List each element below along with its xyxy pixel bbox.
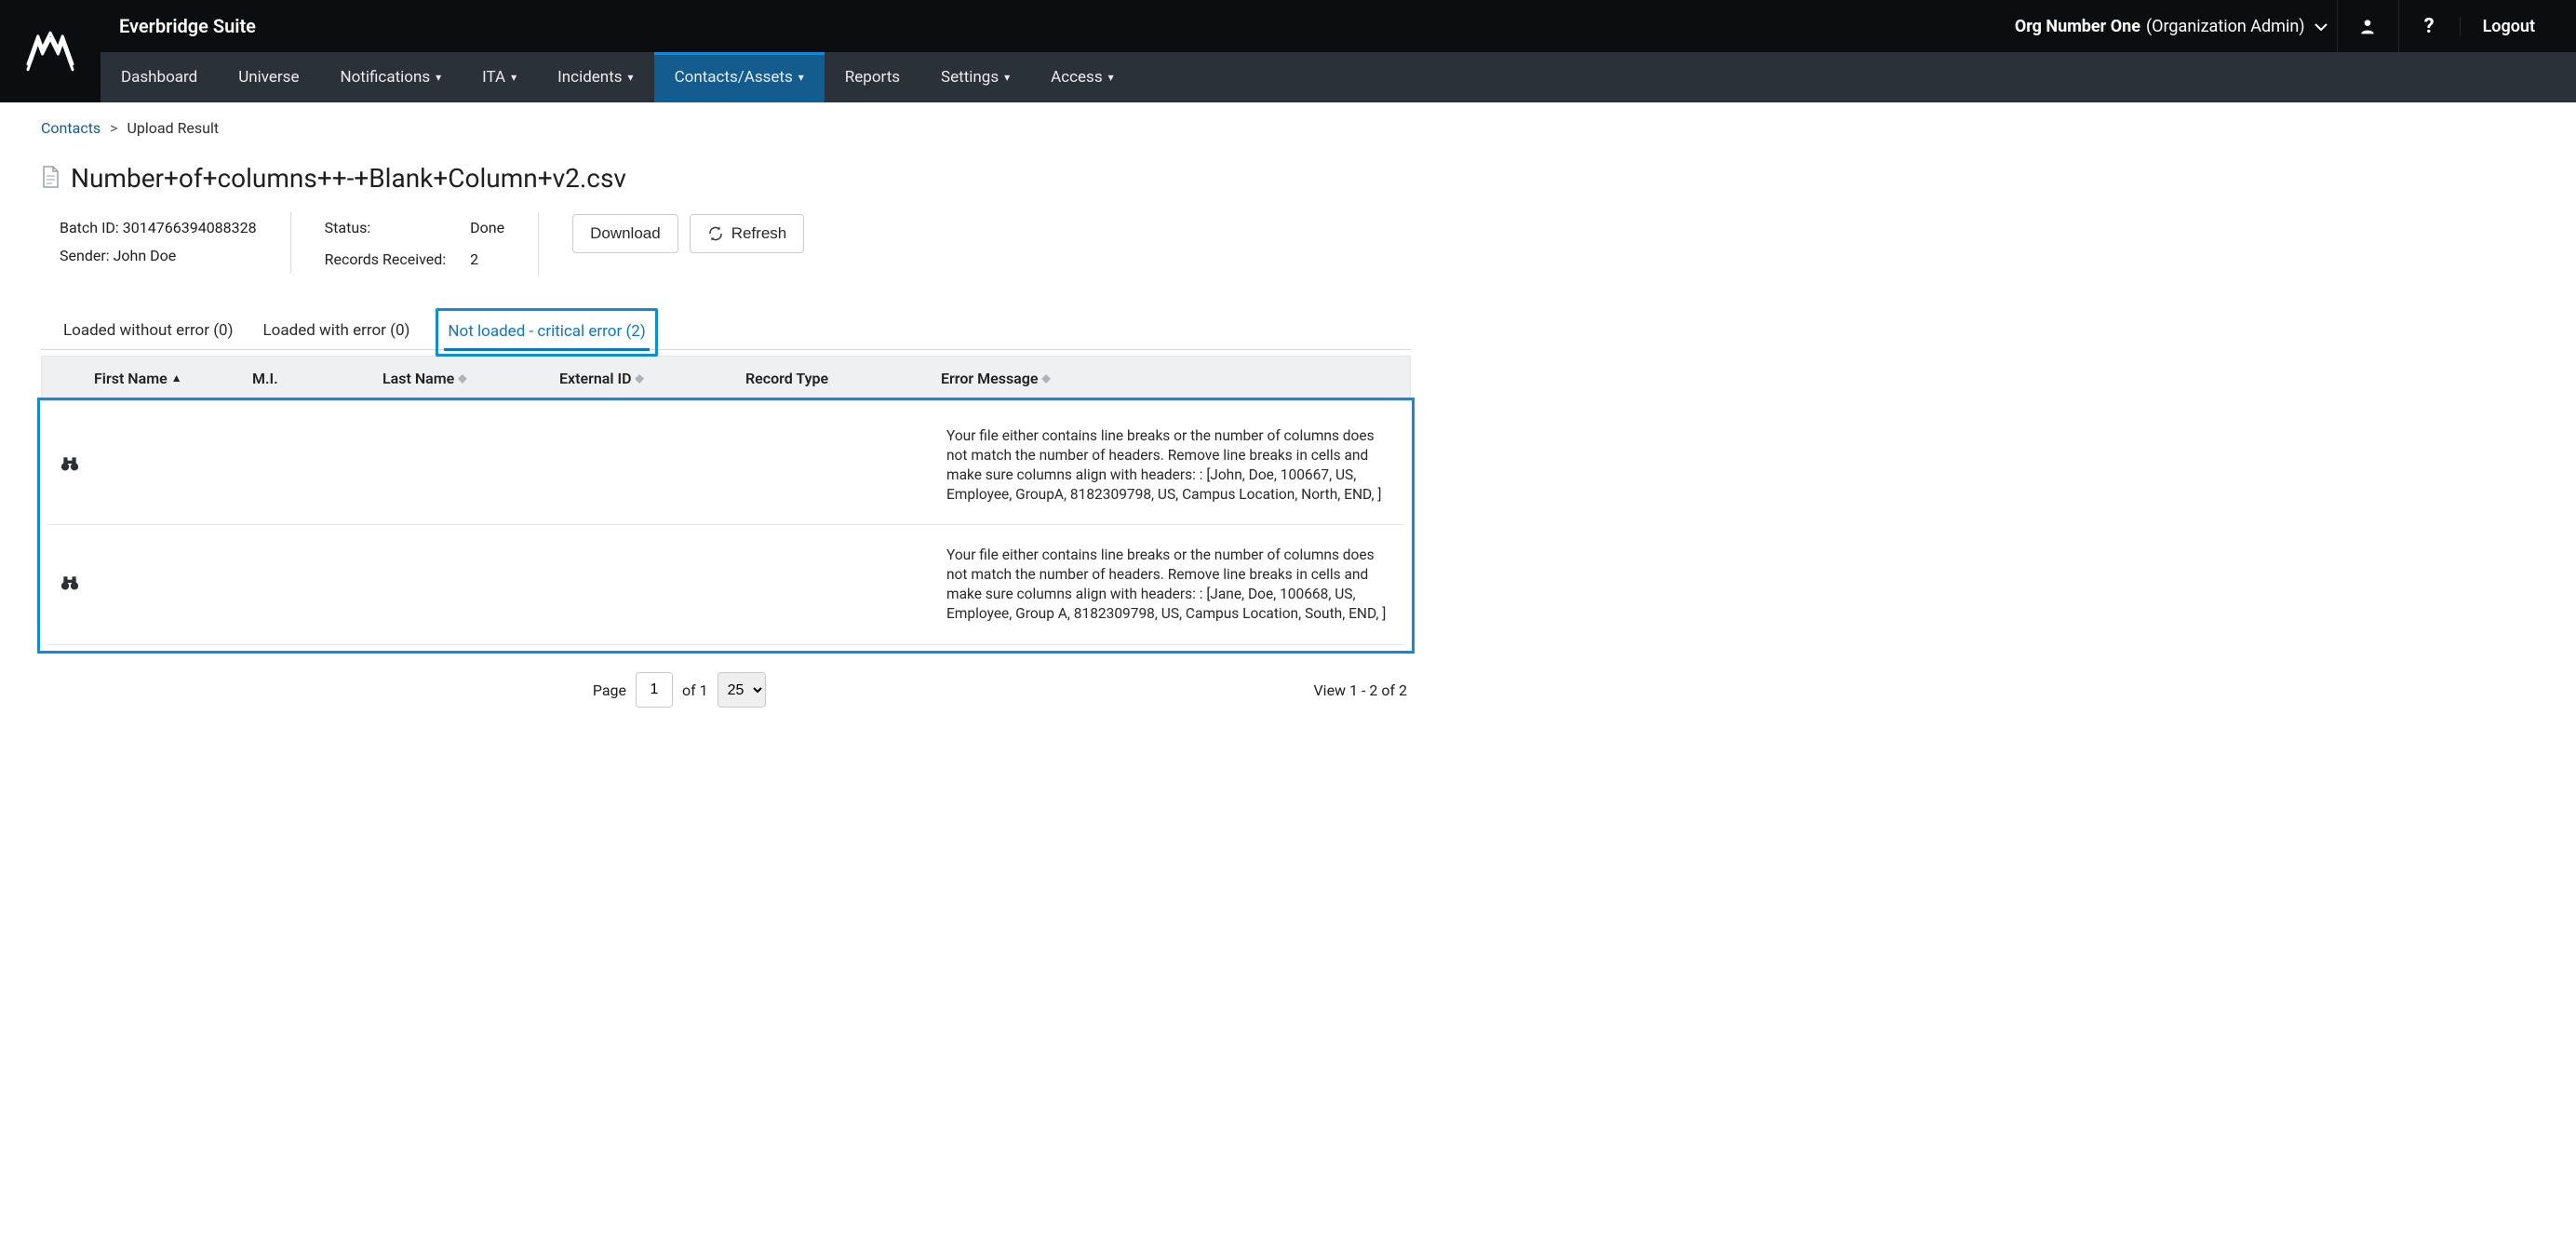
refresh-icon (707, 225, 724, 242)
meta-batch-sender: Batch ID: 3014766394088328 Sender: John … (60, 212, 291, 273)
suite-title: Everbridge Suite (119, 15, 256, 37)
page-input[interactable] (636, 672, 673, 708)
col-first-name[interactable]: First Name▲ (94, 370, 252, 387)
page-size-select[interactable]: 25 (718, 672, 766, 708)
tab-not-loaded-critical[interactable]: Not loaded - critical error (2) (444, 315, 649, 350)
page-title: Number+of+columns++-+Blank+Column+v2.csv (71, 163, 626, 194)
nav-universe[interactable]: Universe (218, 52, 319, 102)
col-record-type[interactable]: Record Type (745, 370, 941, 387)
brand-logo (0, 0, 101, 102)
sort-icon: ◆ (458, 371, 466, 384)
col-external-id[interactable]: External ID◆ (559, 370, 745, 387)
status-value: Done (470, 214, 504, 242)
nav-contacts-assets[interactable]: Contacts/Assets▾ (654, 52, 825, 102)
user-icon (2358, 17, 2377, 35)
table-row: Your file either contains line breaks or… (47, 406, 1404, 526)
col-mi[interactable]: M.I. (252, 370, 382, 387)
help-icon: ? (2424, 15, 2435, 38)
sender-value: John Doe (114, 247, 177, 264)
results-table: First Name▲ M.I. Last Name◆ External ID◆… (41, 356, 1411, 654)
download-button[interactable]: Download (572, 214, 678, 253)
error-message-cell: Your file either contains line breaks or… (946, 426, 1397, 505)
org-role: (Organization Admin) (2146, 17, 2305, 36)
sort-icon: ◆ (1041, 371, 1050, 384)
nav-notifications[interactable]: Notifications▾ (319, 52, 462, 102)
tab-loaded-with-error[interactable]: Loaded with error (0) (260, 314, 414, 349)
col-error-message[interactable]: Error Message◆ (941, 370, 1402, 387)
nav-dashboard[interactable]: Dashboard (101, 52, 218, 102)
view-details-button[interactable] (55, 455, 100, 476)
batch-id-label: Batch ID: (60, 219, 119, 236)
annotation-highlight: Not loaded - critical error (2) (436, 308, 657, 357)
pagination: Page of 1 25 View 1 - 2 of 2 (41, 672, 1411, 708)
nav-access[interactable]: Access▾ (1030, 52, 1134, 102)
chevron-down-icon (2314, 17, 2328, 36)
chevron-down-icon: ▾ (1108, 71, 1114, 84)
col-last-name[interactable]: Last Name◆ (382, 370, 559, 387)
chevron-down-icon: ▾ (798, 71, 804, 84)
meta-status-records: Status: Done Records Received: 2 (325, 212, 539, 277)
breadcrumb-contacts-link[interactable]: Contacts (41, 119, 101, 137)
table-row: Your file either contains line breaks or… (47, 525, 1404, 645)
logout-button[interactable]: Logout (2460, 17, 2557, 36)
records-label: Records Received: (325, 246, 447, 274)
help-button[interactable]: ? (2398, 0, 2460, 52)
view-details-button[interactable] (55, 574, 100, 595)
breadcrumb-separator: > (110, 119, 117, 137)
nav-settings[interactable]: Settings▾ (920, 52, 1030, 102)
org-name: Org Number One (2015, 17, 2140, 36)
user-profile-button[interactable] (2337, 0, 2398, 52)
error-message-cell: Your file either contains line breaks or… (946, 546, 1397, 624)
tab-loaded-without-error[interactable]: Loaded without error (0) (60, 314, 237, 349)
nav-reports[interactable]: Reports (825, 52, 920, 102)
nav-ita[interactable]: ITA▾ (462, 52, 537, 102)
chevron-down-icon: ▾ (511, 71, 517, 84)
page-label: Page (593, 681, 626, 699)
binoculars-icon (60, 455, 79, 472)
nav-incidents[interactable]: Incidents▾ (537, 52, 653, 102)
chevron-down-icon: ▾ (628, 71, 634, 84)
app-header: Everbridge Suite Org Number One (Organiz… (0, 0, 2576, 102)
view-range: View 1 - 2 of 2 (1313, 681, 1407, 699)
org-switcher[interactable]: Org Number One (Organization Admin) (2015, 17, 2328, 36)
sender-label: Sender: (60, 247, 110, 264)
annotation-highlight: Your file either contains line breaks or… (37, 398, 1415, 654)
result-tabs: Loaded without error (0) Loaded with err… (41, 314, 1411, 350)
sort-asc-icon: ▲ (171, 371, 182, 384)
status-label: Status: (325, 214, 447, 242)
breadcrumb-current: Upload Result (127, 119, 220, 137)
table-header: First Name▲ M.I. Last Name◆ External ID◆… (41, 356, 1411, 401)
batch-id-value: 3014766394088328 (123, 219, 257, 236)
records-value: 2 (470, 246, 504, 274)
file-icon (41, 166, 60, 192)
binoculars-icon (60, 574, 79, 591)
breadcrumb: Contacts > Upload Result (41, 119, 1411, 137)
chevron-down-icon: ▾ (436, 71, 441, 84)
page-of-label: of 1 (682, 681, 708, 699)
refresh-button[interactable]: Refresh (690, 214, 805, 253)
chevron-down-icon: ▾ (1004, 71, 1010, 84)
everbridge-logo-icon (22, 31, 78, 72)
main-nav: Dashboard Universe Notifications▾ ITA▾ I… (101, 52, 2576, 102)
sort-icon: ◆ (636, 371, 644, 384)
